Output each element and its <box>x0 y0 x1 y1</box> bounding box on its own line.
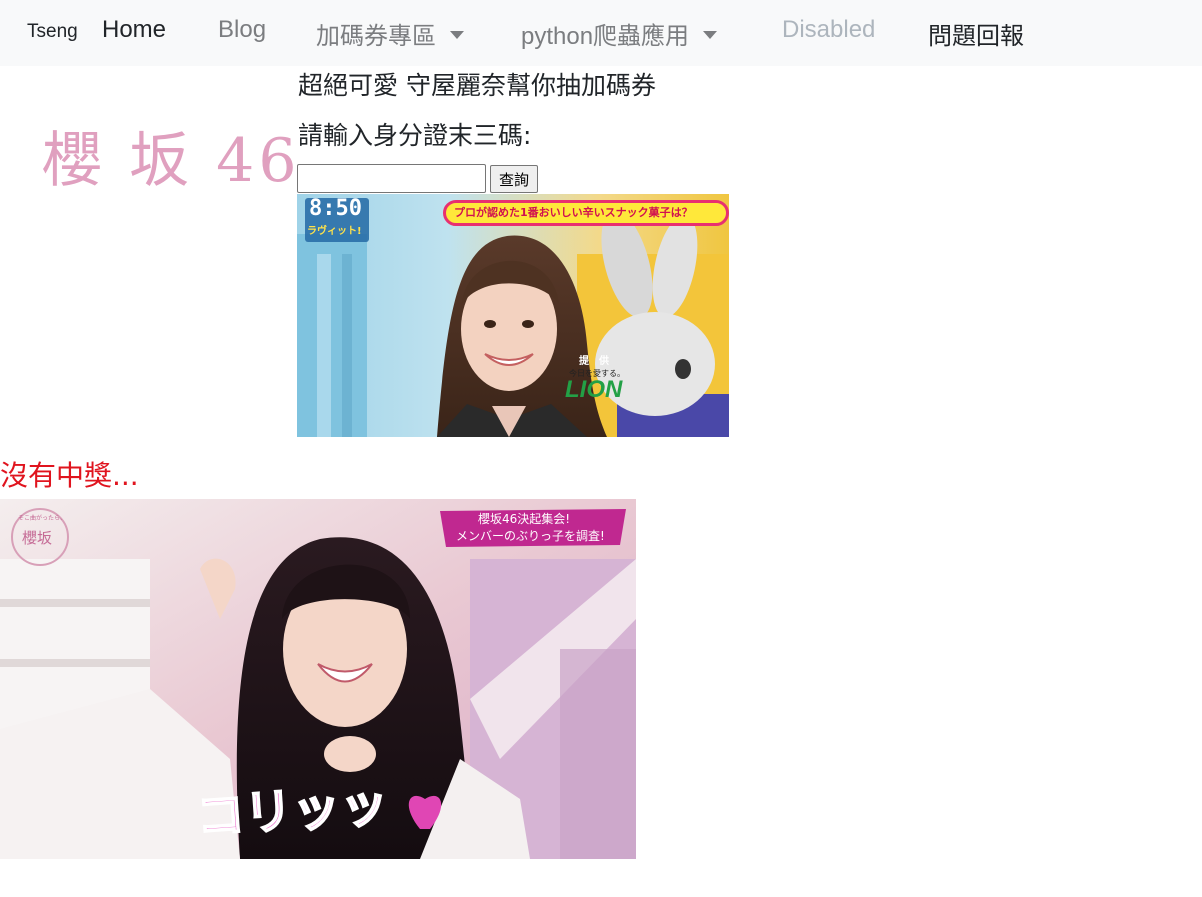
nav-home[interactable]: Home <box>102 16 166 44</box>
nav-coupon-label: 加碼券專區 <box>316 23 436 50</box>
nav-coupon-dropdown[interactable]: 加碼券專區 <box>316 16 464 51</box>
photo-caption: コリッッ <box>194 775 391 846</box>
show-logo: ラヴィット! <box>307 226 362 237</box>
nav-report[interactable]: 問題回報 <box>928 16 1024 51</box>
result-photo: 櫻坂 そこ曲がったら、 櫻坂46決起集会! メンバーのぶりっ子を調査! コリッッ <box>0 499 636 859</box>
nav-disabled: Disabled <box>782 16 876 43</box>
nav-python-label: python爬蟲應用 <box>521 23 690 50</box>
chevron-down-icon <box>450 30 464 39</box>
page-headline: 超絕可愛 守屋麗奈幫你抽加碼券 <box>298 71 656 100</box>
sponsor-small: 提 供 <box>579 356 609 367</box>
corner-logo: 櫻坂 <box>22 529 53 547</box>
navbar: Tseng Home Blog 加碼券專區 python爬蟲應用 Disable… <box>0 0 1202 66</box>
banner-line-2: メンバーのぶりっ子を調査! <box>456 529 605 543</box>
banner-line-1: 櫻坂46決起集会! <box>478 512 571 526</box>
sponsor-logo: LION <box>565 376 623 403</box>
chevron-down-icon <box>703 30 718 39</box>
nav-blog[interactable]: Blog <box>218 16 266 44</box>
sakurazaka-logo: 櫻 坂 46 <box>42 126 301 196</box>
result-message: 沒有中獎... <box>0 459 139 492</box>
moriya-rena-photo: 8:50 ラヴィット! プロが認めた1番おいしい辛いスナック菓子は？ 提 供 今… <box>297 194 729 437</box>
topic-banner: プロが認めた1番おいしい辛いスナック菓子は？ <box>443 200 729 226</box>
query-button[interactable]: 查詢 <box>490 165 538 193</box>
clock-readout: 8:50 <box>309 196 362 221</box>
corner-logo-sub: そこ曲がったら、 <box>18 515 67 522</box>
id-prompt-label: 請輸入身分證末三碼: <box>298 121 532 150</box>
nav-python-dropdown[interactable]: python爬蟲應用 <box>521 16 718 51</box>
id-last-three-input[interactable] <box>297 164 486 193</box>
brand-link[interactable]: Tseng <box>27 21 78 43</box>
